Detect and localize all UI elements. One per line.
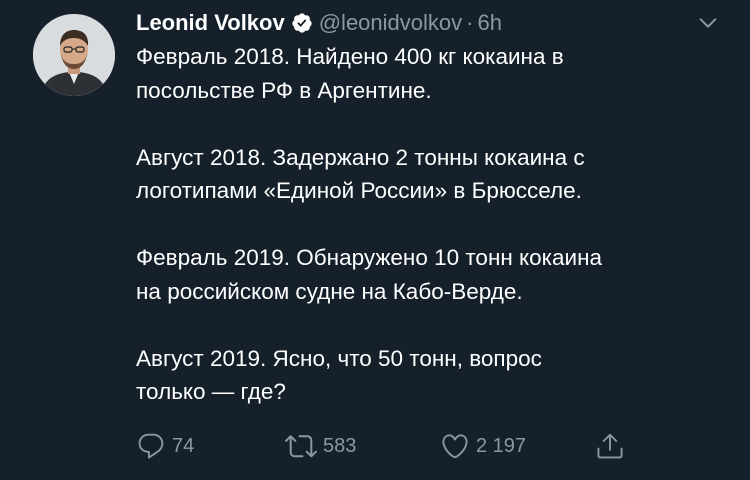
tweet-paragraph: Август 2018. Задержано 2 тонны кокаина с…: [136, 144, 585, 204]
verified-badge-icon: [291, 12, 313, 34]
reply-button[interactable]: 74: [136, 428, 194, 464]
handle[interactable]: @leonidvolkov: [319, 10, 462, 36]
separator-dot: ·: [466, 10, 474, 35]
retweet-button[interactable]: 583: [285, 428, 356, 464]
retweet-count: 583: [323, 434, 357, 457]
timestamp[interactable]: 6h: [477, 10, 501, 36]
avatar[interactable]: [33, 14, 115, 96]
tweet-actions: 74 583 2 197: [0, 428, 750, 464]
tweet-paragraph: Февраль 2019. Обнаружено 10 тонн кокаина…: [136, 245, 603, 304]
tweet-header: Leonid Volkov @leonidvolkov · 6h: [136, 8, 502, 38]
share-button[interactable]: [595, 428, 625, 464]
reply-count: 74: [172, 434, 195, 457]
retweet-icon: [285, 430, 317, 462]
tweet[interactable]: Leonid Volkov @leonidvolkov · 6h Февраль…: [0, 0, 750, 480]
tweet-paragraph: Февраль 2018. Найдено 400 кг кокаина в п…: [136, 44, 564, 103]
like-count: 2 197: [476, 434, 527, 457]
tweet-text: Февраль 2018. Найдено 400 кг кокаина в п…: [136, 40, 736, 409]
heart-icon: [440, 431, 470, 461]
display-name[interactable]: Leonid Volkov: [136, 10, 285, 36]
tweet-paragraph: Август 2019. Ясно, что 50 тонн, вопрос т…: [136, 345, 542, 405]
chevron-down-icon[interactable]: [697, 12, 719, 34]
like-button[interactable]: 2 197: [440, 428, 526, 464]
share-icon: [595, 431, 625, 461]
reply-icon: [136, 431, 166, 461]
